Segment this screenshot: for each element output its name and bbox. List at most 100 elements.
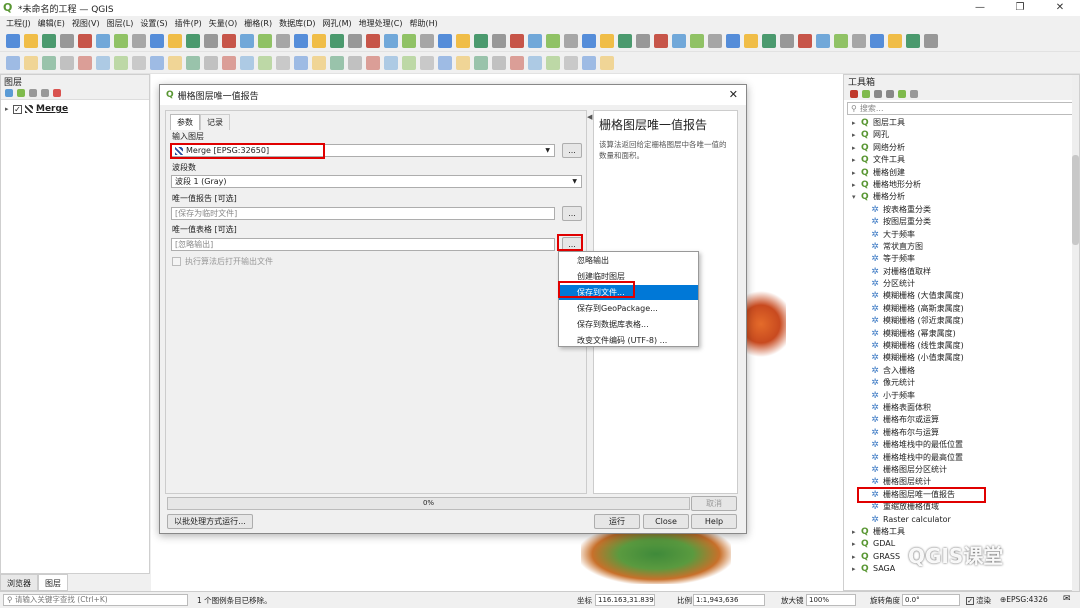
toolbox-group[interactable]: ▸ Q 文件工具: [852, 154, 1079, 166]
toolbar-tool-icon[interactable]: [222, 55, 236, 70]
toolbar-tool-icon[interactable]: [132, 55, 146, 70]
layer-visibility-checkbox[interactable]: ✓: [13, 104, 22, 114]
toolbar-tool-icon[interactable]: [816, 33, 830, 48]
toolbar-tool-icon[interactable]: [456, 33, 470, 48]
toolbar-tool-icon[interactable]: [384, 33, 398, 48]
crs-button[interactable]: ⊕EPSG:4326: [1000, 595, 1048, 604]
toolbar-tool-icon[interactable]: [96, 55, 110, 70]
menu-item[interactable]: 设置(S): [140, 18, 167, 29]
menu-item[interactable]: 图层(L): [107, 18, 134, 29]
toolbox-group[interactable]: ▸ Q 图层工具: [852, 117, 1079, 129]
menu-item[interactable]: 地理处理(C): [359, 18, 403, 29]
toolbar-tool-icon[interactable]: [348, 33, 362, 48]
locator-search-input[interactable]: ⚲ 请输入关键字查找 (Ctrl+K): [3, 594, 188, 606]
toolbar-tool-icon[interactable]: [438, 55, 452, 70]
expand-arrow-icon[interactable]: ▸: [852, 167, 861, 179]
toolbar-tool-icon[interactable]: [906, 33, 920, 48]
menu-item[interactable]: 数据库(D): [279, 18, 315, 29]
toolbox-algorithm[interactable]: ✲ 小于频率: [852, 390, 1079, 402]
toolbar-tool-icon[interactable]: [492, 33, 506, 48]
toolbox-algorithm[interactable]: ✲ 栅格图层分区统计: [852, 464, 1079, 476]
toolbar-tool-icon[interactable]: [564, 33, 578, 48]
context-menu-item[interactable]: 保存到数据库表格...: [559, 317, 698, 332]
toolbar-tool-icon[interactable]: [6, 33, 20, 48]
toolbox-algorithm[interactable]: ✲ 栅格堆栈中的最高位置: [852, 452, 1079, 464]
toolbar-tool-icon[interactable]: [654, 33, 668, 48]
context-menu-item[interactable]: 保存到GeoPackage...: [559, 301, 698, 316]
toolbar-tool-icon[interactable]: [24, 55, 38, 70]
toolbar-tool-icon[interactable]: [726, 33, 740, 48]
expand-arrow-icon[interactable]: ▸: [5, 105, 13, 113]
toolbox-algorithm[interactable]: ✲ 模糊栅格 (高斯隶属度): [852, 303, 1079, 315]
expand-arrow-icon[interactable]: ▸: [852, 538, 861, 550]
models-icon[interactable]: [850, 89, 858, 98]
toolbox-algorithm[interactable]: ✲ 按图层重分类: [852, 216, 1079, 228]
menu-item[interactable]: 网孔(M): [323, 18, 352, 29]
toolbar-tool-icon[interactable]: [384, 55, 398, 70]
toolbar-tool-icon[interactable]: [168, 55, 182, 70]
toolbar-tool-icon[interactable]: [240, 55, 254, 70]
toolbar-tool-icon[interactable]: [24, 33, 38, 48]
dialog-close-icon[interactable]: ✕: [729, 88, 738, 101]
report-output-field[interactable]: [保存为临时文件]: [171, 207, 555, 220]
toolbar-tool-icon[interactable]: [780, 33, 794, 48]
toolbar-tool-icon[interactable]: [348, 55, 362, 70]
toolbar-tool-icon[interactable]: [78, 33, 92, 48]
toolbox-algorithm[interactable]: ✲ 常状直方图: [852, 241, 1079, 253]
rotation-spin[interactable]: 0.0°: [902, 594, 960, 606]
toolbox-group[interactable]: ▾ Q 栅格分析: [852, 191, 1079, 203]
menu-item[interactable]: 视图(V): [72, 18, 100, 29]
toolbox-group[interactable]: ▸ Q 栅格创建: [852, 167, 1079, 179]
close-window-button[interactable]: ✕: [1040, 0, 1080, 16]
toolbar-tool-icon[interactable]: [924, 33, 938, 48]
toolbar-tool-icon[interactable]: [456, 55, 470, 70]
toolbar-tool-icon[interactable]: [294, 33, 308, 48]
remove-layer-icon[interactable]: [53, 89, 61, 97]
toolbar-tool-icon[interactable]: [42, 33, 56, 48]
toolbar-tool-icon[interactable]: [510, 55, 524, 70]
toolbar-tool-icon[interactable]: [636, 33, 650, 48]
expand-arrow-icon[interactable]: ▸: [852, 179, 861, 191]
toolbox-algorithm[interactable]: ✲ 模糊栅格 (小值隶属度): [852, 352, 1079, 364]
toolbar-tool-icon[interactable]: [474, 55, 488, 70]
toolbar-tool-icon[interactable]: [366, 55, 380, 70]
checkbox-icon[interactable]: [172, 257, 181, 266]
toolbar-tool-icon[interactable]: [312, 55, 326, 70]
menu-item[interactable]: 编辑(E): [38, 18, 65, 29]
history-icon[interactable]: [874, 89, 882, 98]
menu-item[interactable]: 插件(P): [175, 18, 202, 29]
toolbox-algorithm[interactable]: ✲ 分区统计: [852, 278, 1079, 290]
batch-run-button[interactable]: 以批处理方式运行...: [167, 514, 253, 529]
toolbar-tool-icon[interactable]: [258, 33, 272, 48]
expand-arrow-icon[interactable]: ▸: [852, 129, 861, 141]
toolbar-tool-icon[interactable]: [708, 33, 722, 48]
toolbar-tool-icon[interactable]: [564, 55, 578, 70]
minimize-button[interactable]: —: [960, 0, 1000, 16]
toolbar-tool-icon[interactable]: [60, 55, 74, 70]
filter-icon[interactable]: [29, 89, 37, 97]
toolbar-tool-icon[interactable]: [600, 33, 614, 48]
checkbox-icon[interactable]: ✓: [966, 596, 974, 605]
toolbar-tool-icon[interactable]: [294, 55, 308, 70]
expand-arrow-icon[interactable]: ▸: [852, 563, 861, 575]
toolbox-algorithm[interactable]: ✲ 大于频率: [852, 229, 1079, 241]
expand-arrow-icon[interactable]: ▸: [852, 526, 861, 538]
toolbox-algorithm[interactable]: ✲ 栅格表面体积: [852, 402, 1079, 414]
expand-arrow-icon[interactable]: ▸: [852, 117, 861, 129]
toolbar-tool-icon[interactable]: [744, 33, 758, 48]
toolbox-algorithm[interactable]: ✲ 按表格重分类: [852, 204, 1079, 216]
toolbar-tool-icon[interactable]: [762, 33, 776, 48]
toolbar-tool-icon[interactable]: [474, 33, 488, 48]
toolbar-tool-icon[interactable]: [870, 33, 884, 48]
open-layer-styling-icon[interactable]: [5, 89, 13, 97]
open-output-checkbox[interactable]: 执行算法后打开输出文件: [172, 256, 273, 267]
toolbar-tool-icon[interactable]: [438, 33, 452, 48]
toolbar-tool-icon[interactable]: [600, 55, 614, 70]
toolbox-algorithm[interactable]: ✲ 栅格布尔或运算: [852, 414, 1079, 426]
toolbar-tool-icon[interactable]: [312, 33, 326, 48]
toolbar-tool-icon[interactable]: [114, 33, 128, 48]
toolbar-tool-icon[interactable]: [204, 55, 218, 70]
maximize-button[interactable]: ❐: [1000, 0, 1040, 16]
toolbox-algorithm[interactable]: ✲ 模糊栅格 (幂隶属度): [852, 328, 1079, 340]
expand-arrow-icon[interactable]: ▸: [852, 142, 861, 154]
